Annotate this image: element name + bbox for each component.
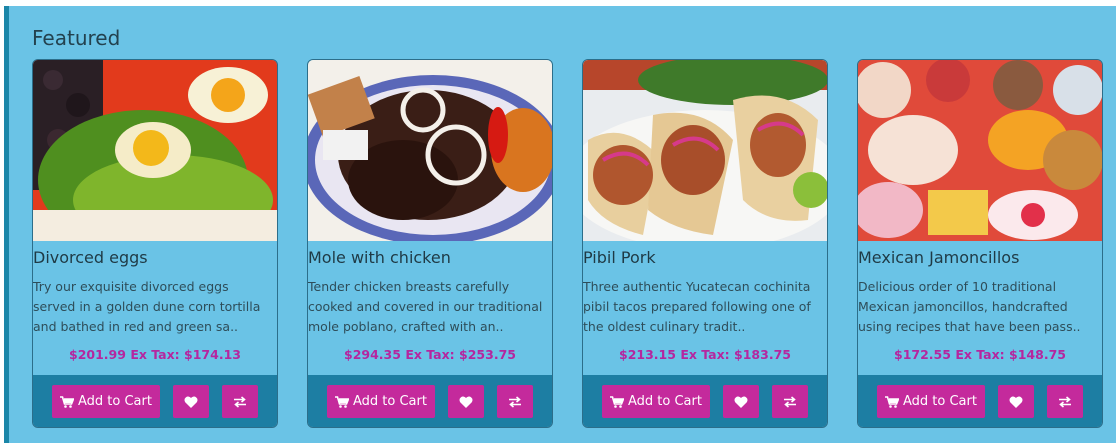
add-to-wishlist-button[interactable] — [448, 385, 484, 418]
product-description: Delicious order of 10 traditional Mexica… — [858, 279, 1081, 334]
price-value: $172.55 — [894, 347, 951, 362]
compare-button[interactable] — [222, 385, 258, 418]
product-card-pibil-pork: Pibil Pork Three authentic Yucatecan coc… — [582, 59, 828, 428]
product-description: Try our exquisite divorced eggs served i… — [33, 279, 261, 334]
price-ex-tax: Ex Tax: $148.75 — [955, 347, 1066, 362]
featured-panel: Featured Divorced eggs Try our exquisite… — [4, 6, 1116, 443]
product-name[interactable]: Divorced eggs — [33, 248, 277, 267]
section-title: Featured — [32, 26, 121, 50]
pibil-pork-photo — [583, 60, 827, 241]
price-value: $294.35 — [344, 347, 401, 362]
cart-icon — [885, 395, 899, 408]
heart-icon — [459, 396, 473, 408]
heart-icon — [734, 396, 748, 408]
product-price: $294.35 Ex Tax: $253.75 — [308, 347, 552, 362]
card-actions: Add to Cart — [858, 375, 1102, 427]
compare-arrows-icon — [508, 395, 522, 408]
product-name[interactable]: Pibil Pork — [583, 248, 827, 267]
add-to-cart-button[interactable]: Add to Cart — [327, 385, 435, 418]
product-description: Three authentic Yucatecan cochinita pibi… — [583, 279, 811, 334]
mole-chicken-photo — [308, 60, 552, 241]
compare-arrows-icon — [233, 395, 247, 408]
product-image-mole-with-chicken[interactable] — [308, 60, 552, 241]
product-card-divorced-eggs: Divorced eggs Try our exquisite divorced… — [32, 59, 278, 428]
add-to-wishlist-button[interactable] — [173, 385, 209, 418]
compare-button[interactable] — [1047, 385, 1083, 418]
price-value: $213.15 — [619, 347, 676, 362]
product-price: $172.55 Ex Tax: $148.75 — [858, 347, 1102, 362]
compare-arrows-icon — [783, 395, 797, 408]
heart-icon — [1009, 396, 1023, 408]
heart-icon — [184, 396, 198, 408]
add-to-cart-label: Add to Cart — [903, 394, 977, 409]
card-actions: Add to Cart — [583, 375, 827, 427]
add-to-wishlist-button[interactable] — [723, 385, 759, 418]
add-to-cart-button[interactable]: Add to Cart — [602, 385, 710, 418]
product-card-mexican-jamoncillos: Mexican Jamoncillos Delicious order of 1… — [857, 59, 1103, 428]
card-actions: Add to Cart — [308, 375, 552, 427]
add-to-cart-label: Add to Cart — [628, 394, 702, 409]
product-description: Tender chicken breasts carefully cooked … — [308, 279, 543, 334]
price-value: $201.99 — [69, 347, 126, 362]
product-price: $213.15 Ex Tax: $183.75 — [583, 347, 827, 362]
compare-button[interactable] — [772, 385, 808, 418]
cart-icon — [610, 395, 624, 408]
product-image-pibil-pork[interactable] — [583, 60, 827, 241]
product-image-divorced-eggs[interactable] — [33, 60, 277, 241]
cart-icon — [60, 395, 74, 408]
price-ex-tax: Ex Tax: $174.13 — [130, 347, 241, 362]
product-card-mole-with-chicken: Mole with chicken Tender chicken breasts… — [307, 59, 553, 428]
product-price: $201.99 Ex Tax: $174.13 — [33, 347, 277, 362]
price-ex-tax: Ex Tax: $253.75 — [405, 347, 516, 362]
add-to-cart-label: Add to Cart — [353, 394, 427, 409]
cart-icon — [335, 395, 349, 408]
jamoncillos-photo — [858, 60, 1102, 241]
divorced-eggs-photo — [33, 60, 277, 241]
compare-button[interactable] — [497, 385, 533, 418]
compare-arrows-icon — [1058, 395, 1072, 408]
product-name[interactable]: Mexican Jamoncillos — [858, 248, 1102, 267]
product-image-mexican-jamoncillos[interactable] — [858, 60, 1102, 241]
add-to-cart-button[interactable]: Add to Cart — [52, 385, 160, 418]
product-name[interactable]: Mole with chicken — [308, 248, 552, 267]
card-actions: Add to Cart — [33, 375, 277, 427]
add-to-cart-button[interactable]: Add to Cart — [877, 385, 985, 418]
add-to-wishlist-button[interactable] — [998, 385, 1034, 418]
price-ex-tax: Ex Tax: $183.75 — [680, 347, 791, 362]
add-to-cart-label: Add to Cart — [78, 394, 152, 409]
